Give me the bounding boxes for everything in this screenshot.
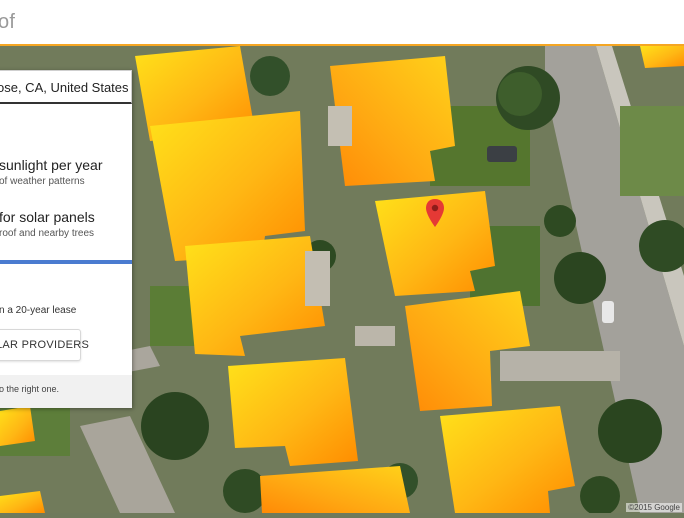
sunlight-subtext: of weather patterns: [0, 176, 85, 187]
results-panel: ose, CA, United States s: sunlight per y…: [0, 70, 132, 408]
lease-text: n a 20-year lease: [0, 305, 77, 316]
space-subtext: roof and nearby trees: [0, 228, 95, 239]
location-pin-icon[interactable]: [426, 199, 444, 227]
page-title: of: [0, 11, 16, 33]
footer-text: o the right one.: [0, 384, 60, 394]
address-input[interactable]: ose, CA, United States: [0, 70, 132, 104]
solar-providers-label: LAR PROVIDERS: [0, 339, 90, 351]
footer-strip: o the right one.: [0, 375, 132, 408]
map-credit: ©2015 Google: [626, 503, 682, 512]
solar-providers-button[interactable]: LAR PROVIDERS: [0, 329, 89, 361]
section-divider: [0, 260, 132, 264]
top-bar: of: [0, 0, 684, 46]
space-heading: for solar panels: [0, 209, 95, 225]
sunlight-heading: sunlight per year: [0, 157, 103, 173]
address-text: ose, CA, United States: [0, 80, 129, 95]
